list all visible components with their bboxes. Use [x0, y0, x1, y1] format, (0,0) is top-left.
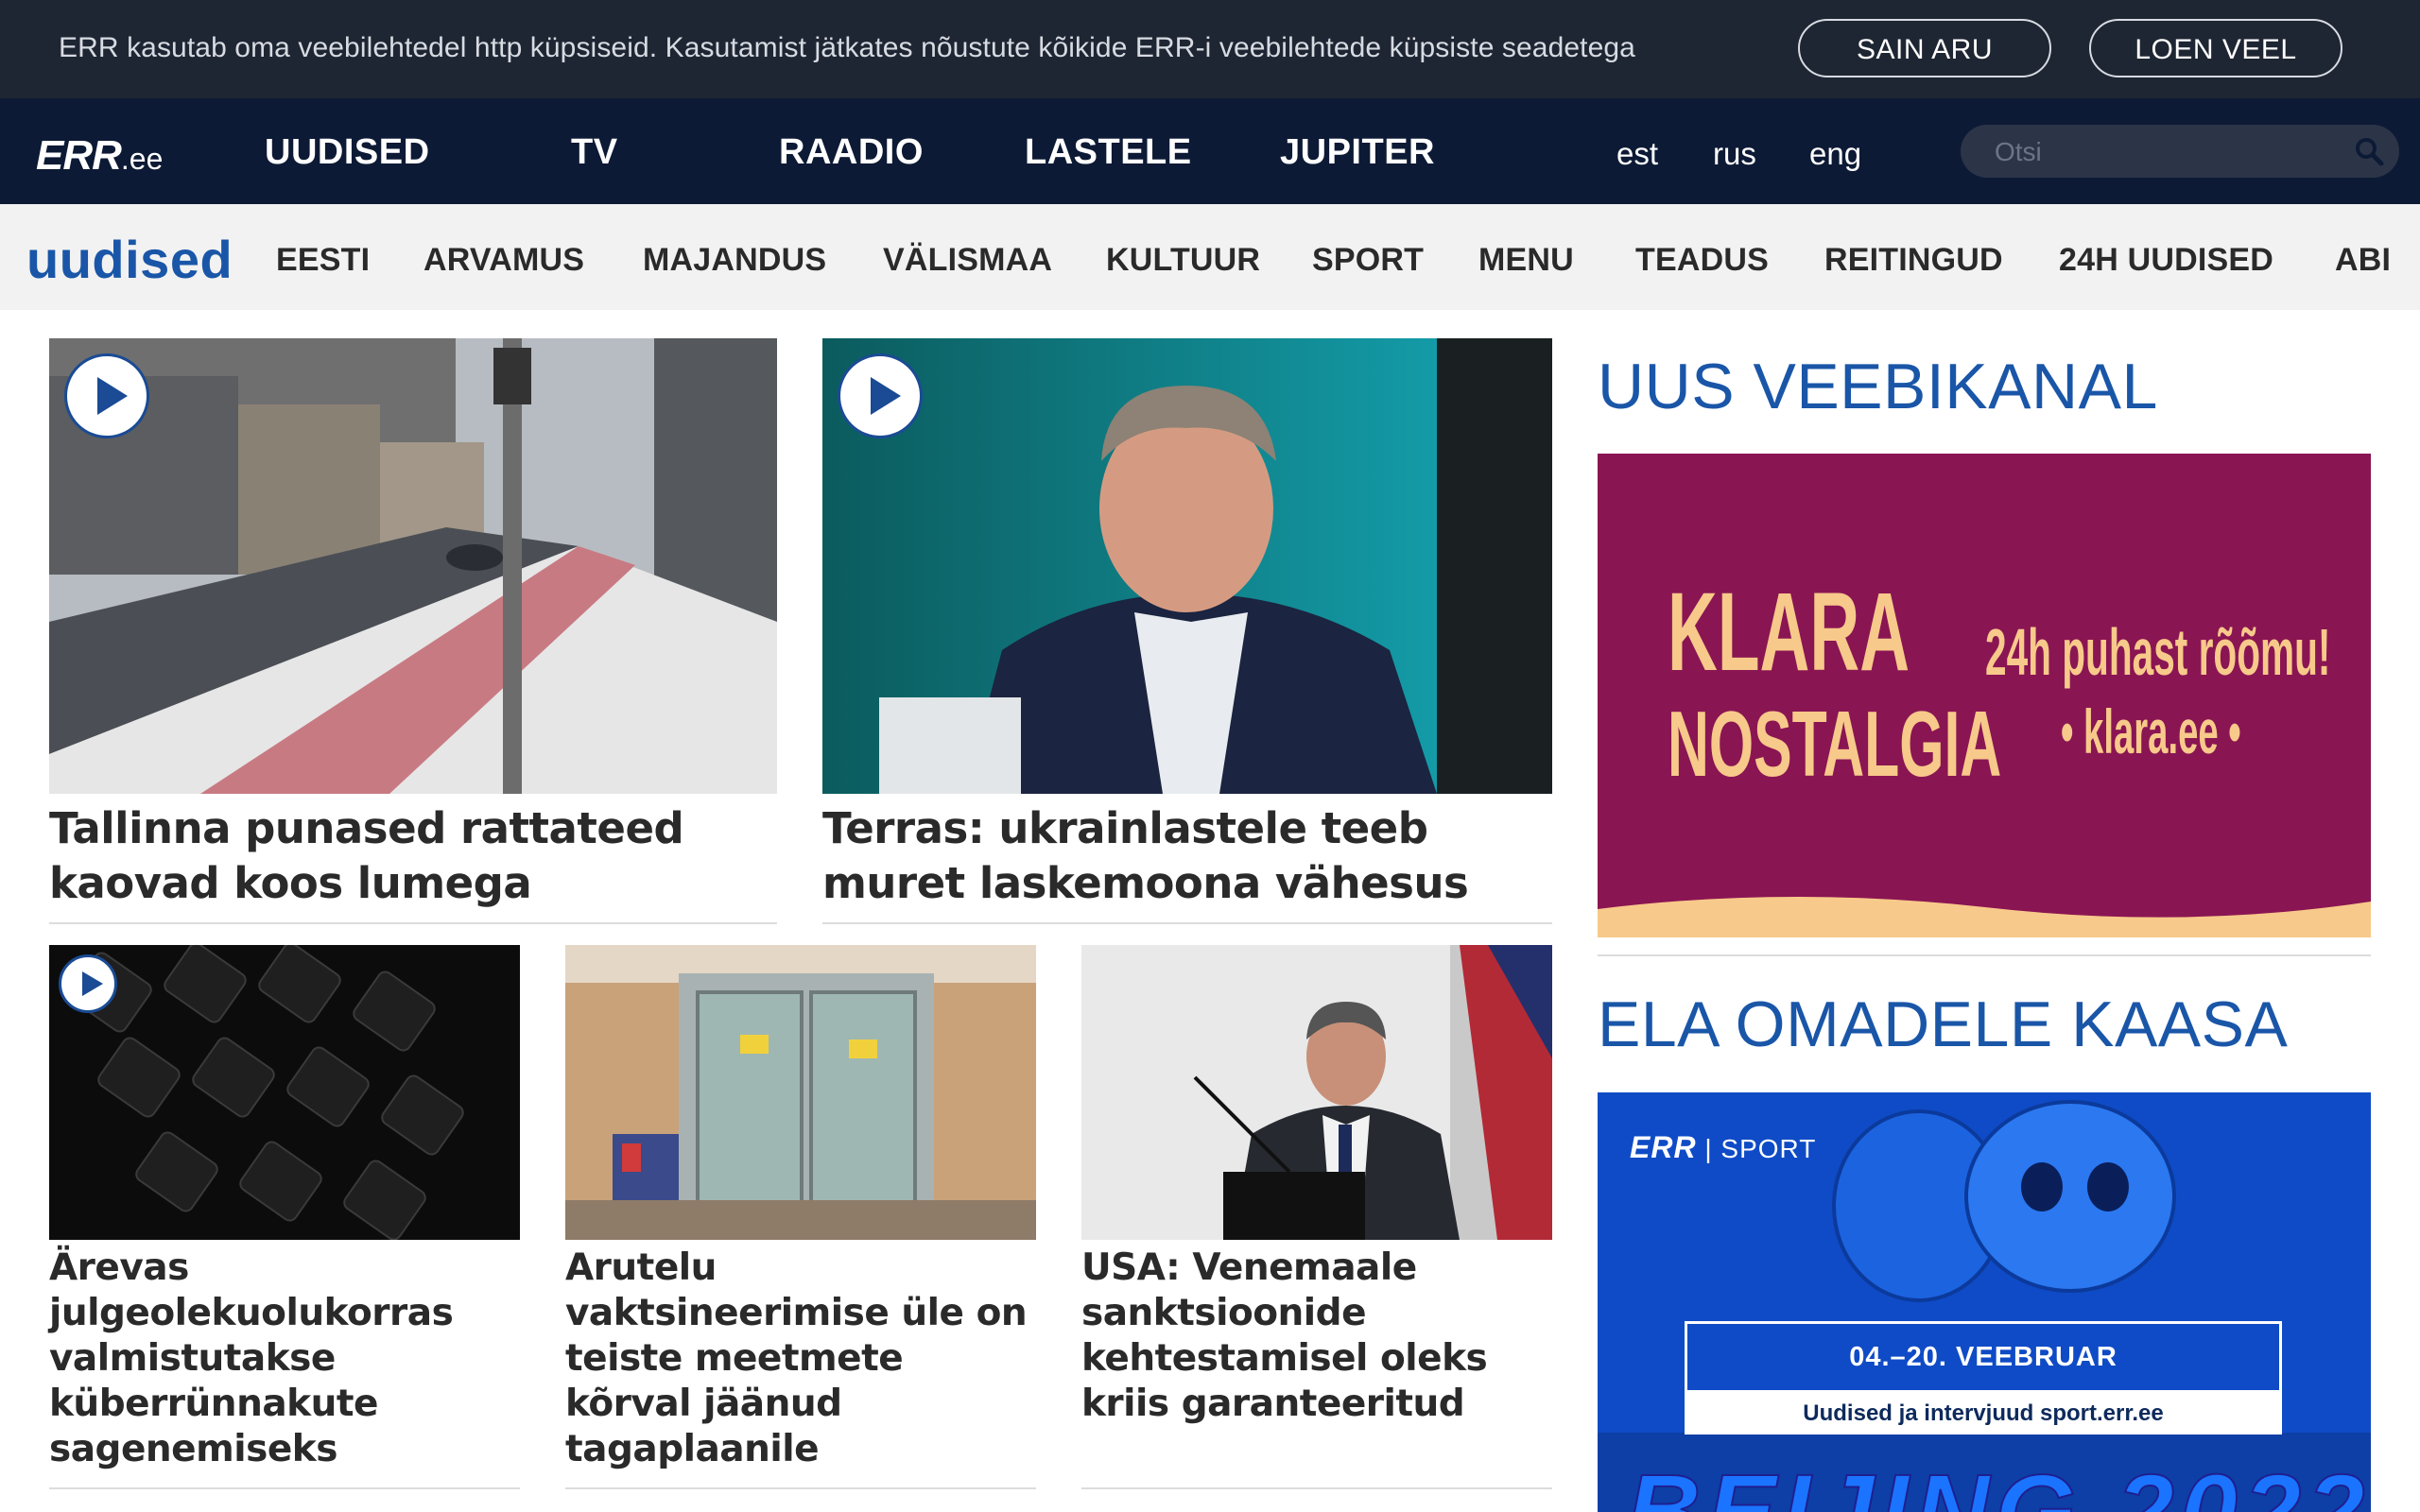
section-navigation: uudised EESTI ARVAMUS MAJANDUS VÄLISMAA … — [0, 204, 2420, 310]
article-image[interactable] — [49, 945, 520, 1240]
article-image[interactable] — [565, 945, 1036, 1240]
divider — [49, 1487, 520, 1489]
klara-url: • klara.ee • — [2061, 696, 2241, 766]
err-sport-logo: ERR | SPORT — [1630, 1130, 1816, 1165]
divider — [1598, 954, 2371, 956]
divider — [49, 922, 777, 924]
article-image[interactable] — [49, 338, 777, 794]
klara-tagline: 24h puhast rõõmu! — [1985, 615, 2331, 689]
search-icon[interactable] — [2352, 134, 2386, 168]
olympics-dates: 04.–20. VEEBRUAR — [1685, 1321, 2282, 1393]
section-item-valismaa[interactable]: VÄLISMAA — [883, 242, 1052, 279]
section-brand-uudised[interactable]: uudised — [26, 229, 233, 290]
cookie-message: ERR kasutab oma veebilehtedel http küpsi… — [59, 32, 1635, 63]
article-headline[interactable]: Tallinna punased rattateed kaovad koos l… — [49, 801, 777, 911]
klara-wave-decoration — [1598, 896, 2371, 937]
cookie-agree-button[interactable]: SAIN ARU — [1798, 19, 2051, 77]
logo-main: ERR — [36, 132, 122, 179]
divider — [565, 1487, 1036, 1489]
klara-name-line1: KLARA — [1668, 570, 1910, 695]
article-card-terras[interactable]: Terras: ukrainlastele teeb muret laskemo… — [822, 338, 1552, 924]
err-logo[interactable]: ERR.ee — [36, 132, 163, 180]
sidebar-title-new-channel: UUS VEEBIKANAL — [1598, 351, 2158, 422]
article-card-cyber[interactable]: Ärevas julgeolekuolukorras valmistutakse… — [49, 945, 520, 1512]
search-box — [1961, 125, 2399, 178]
logo-suffix: .ee — [120, 142, 164, 176]
play-video-icon[interactable] — [59, 954, 117, 1013]
divider — [822, 922, 1552, 924]
language-rus[interactable]: rus — [1713, 136, 1756, 172]
article-card-bike-lanes[interactable]: Tallinna punased rattateed kaovad koos l… — [49, 338, 777, 924]
search-input[interactable] — [1993, 132, 2337, 172]
section-item-majandus[interactable]: MAJANDUS — [643, 242, 826, 279]
article-headline[interactable]: Arutelu vaktsineerimise üle on teiste me… — [565, 1246, 1036, 1472]
sport-logo-section: | SPORT — [1704, 1134, 1817, 1163]
language-est[interactable]: est — [1616, 136, 1658, 172]
beijing-2022-text: BEIJING 2022 — [1625, 1452, 2371, 1512]
nav-item-lastele[interactable]: LASTELE — [1025, 132, 1192, 173]
article-headline[interactable]: Terras: ukrainlastele teeb muret laskemo… — [822, 801, 1552, 911]
article-card-usa-sanctions[interactable]: USA: Venemaale sanktsioonide kehtestamis… — [1081, 945, 1552, 1512]
klara-nostalgia-banner[interactable]: KLARA NOSTALGIA 24h puhast rõõmu! • klar… — [1598, 454, 2371, 937]
article-image[interactable] — [1081, 945, 1552, 1240]
section-item-24h-uudised[interactable]: 24H UUDISED — [2059, 242, 2273, 279]
err-sport-olympics-banner[interactable]: ERR | SPORT 04.–20. VEEBRUAR Uudised ja … — [1598, 1092, 2371, 1512]
article-image[interactable] — [822, 338, 1552, 794]
nav-item-raadio[interactable]: RAADIO — [779, 132, 924, 173]
nav-item-uudised[interactable]: UUDISED — [265, 132, 430, 173]
section-item-kultuur[interactable]: KULTUUR — [1106, 242, 1260, 279]
cookie-read-more-button[interactable]: LOEN VEEL — [2089, 19, 2342, 77]
article-headline[interactable]: Ärevas julgeolekuolukorras valmistutakse… — [49, 1246, 520, 1472]
play-video-icon[interactable] — [838, 353, 923, 438]
section-item-teadus[interactable]: TEADUS — [1635, 242, 1769, 279]
section-item-eesti[interactable]: EESTI — [276, 242, 370, 279]
divider — [1081, 1487, 1552, 1489]
sport-logo-main: ERR — [1630, 1130, 1697, 1164]
article-headline[interactable]: USA: Venemaale sanktsioonide kehtestamis… — [1081, 1246, 1552, 1427]
section-item-abi[interactable]: ABI — [2335, 242, 2391, 279]
klara-name: KLARA NOSTALGIA — [1668, 576, 2001, 799]
article-card-vaccination[interactable]: Arutelu vaktsineerimise üle on teiste me… — [565, 945, 1036, 1512]
klara-name-line2: NOSTALGIA — [1668, 692, 2002, 796]
section-item-sport[interactable]: SPORT — [1312, 242, 1424, 279]
nav-item-jupiter[interactable]: JUPITER — [1280, 132, 1435, 173]
play-video-icon[interactable] — [64, 353, 149, 438]
sport-news-strip: Uudised ja intervjuud sport.err.ee — [1685, 1393, 2282, 1435]
main-navigation: ERR.ee UUDISED TV RAADIO LASTELE JUPITER… — [0, 98, 2420, 204]
cookie-consent-bar: ERR kasutab oma veebilehtedel http küpsi… — [0, 0, 2420, 98]
language-eng[interactable]: eng — [1809, 136, 1861, 172]
section-item-menu[interactable]: MENU — [1478, 242, 1574, 279]
sidebar-title-cheer-along: ELA OMADELE KAASA — [1598, 988, 2289, 1060]
section-item-reitingud[interactable]: REITINGUD — [1824, 242, 2003, 279]
nav-item-tv[interactable]: TV — [571, 132, 618, 173]
section-item-arvamus[interactable]: ARVAMUS — [424, 242, 584, 279]
